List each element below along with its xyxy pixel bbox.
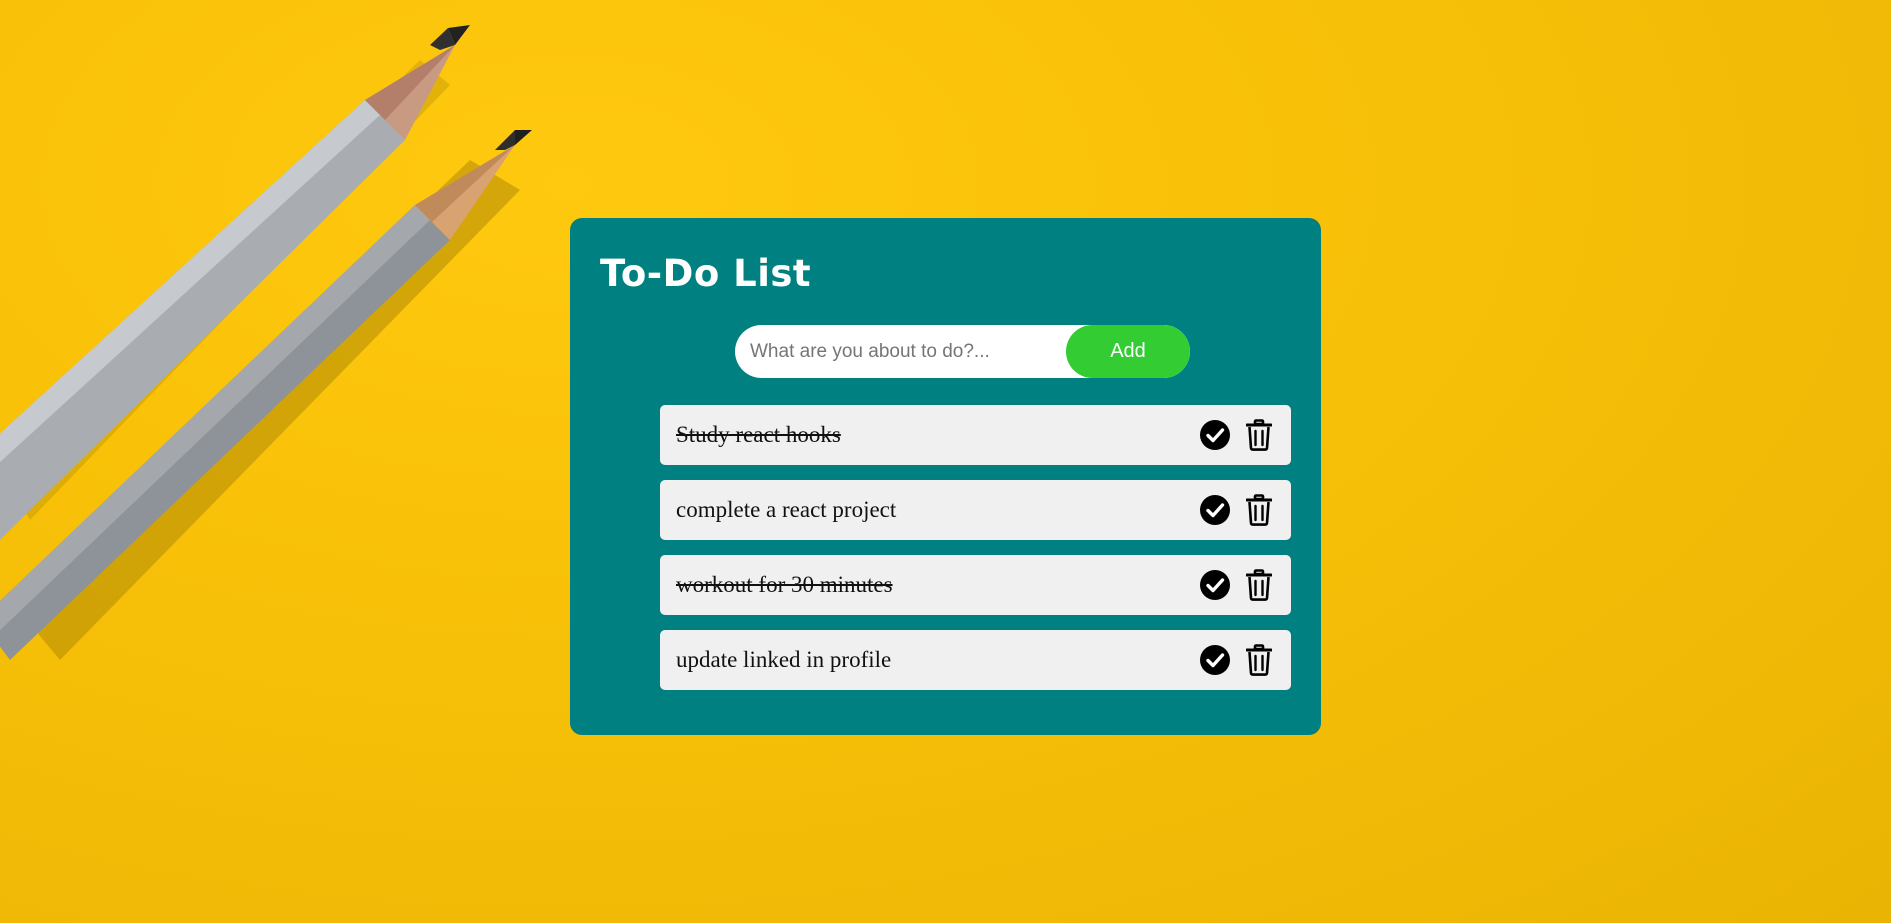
check-circle-icon[interactable] xyxy=(1199,644,1231,676)
trash-icon[interactable] xyxy=(1246,419,1272,451)
task-item: update linked in profile xyxy=(660,630,1291,690)
trash-icon[interactable] xyxy=(1246,569,1272,601)
trash-icon[interactable] xyxy=(1246,494,1272,526)
todo-card: To-Do List Add Study react hooks complet… xyxy=(570,218,1321,735)
add-task-form: Add xyxy=(735,325,1190,378)
task-input[interactable] xyxy=(735,325,1070,378)
check-circle-icon[interactable] xyxy=(1199,419,1231,451)
check-circle-icon[interactable] xyxy=(1199,569,1231,601)
task-text: workout for 30 minutes xyxy=(676,572,893,597)
page-title: To-Do List xyxy=(600,252,812,295)
check-circle-icon[interactable] xyxy=(1199,494,1231,526)
task-item: Study react hooks xyxy=(660,405,1291,465)
task-text: Study react hooks xyxy=(676,422,841,447)
task-item: complete a react project xyxy=(660,480,1291,540)
task-text: complete a react project xyxy=(676,497,897,522)
task-item: workout for 30 minutes xyxy=(660,555,1291,615)
pencils-decoration xyxy=(0,25,532,660)
task-text: update linked in profile xyxy=(676,647,892,672)
add-button[interactable]: Add xyxy=(1066,325,1190,378)
task-list: Study react hooks complete a react proje… xyxy=(660,405,1291,705)
trash-icon[interactable] xyxy=(1246,644,1272,676)
